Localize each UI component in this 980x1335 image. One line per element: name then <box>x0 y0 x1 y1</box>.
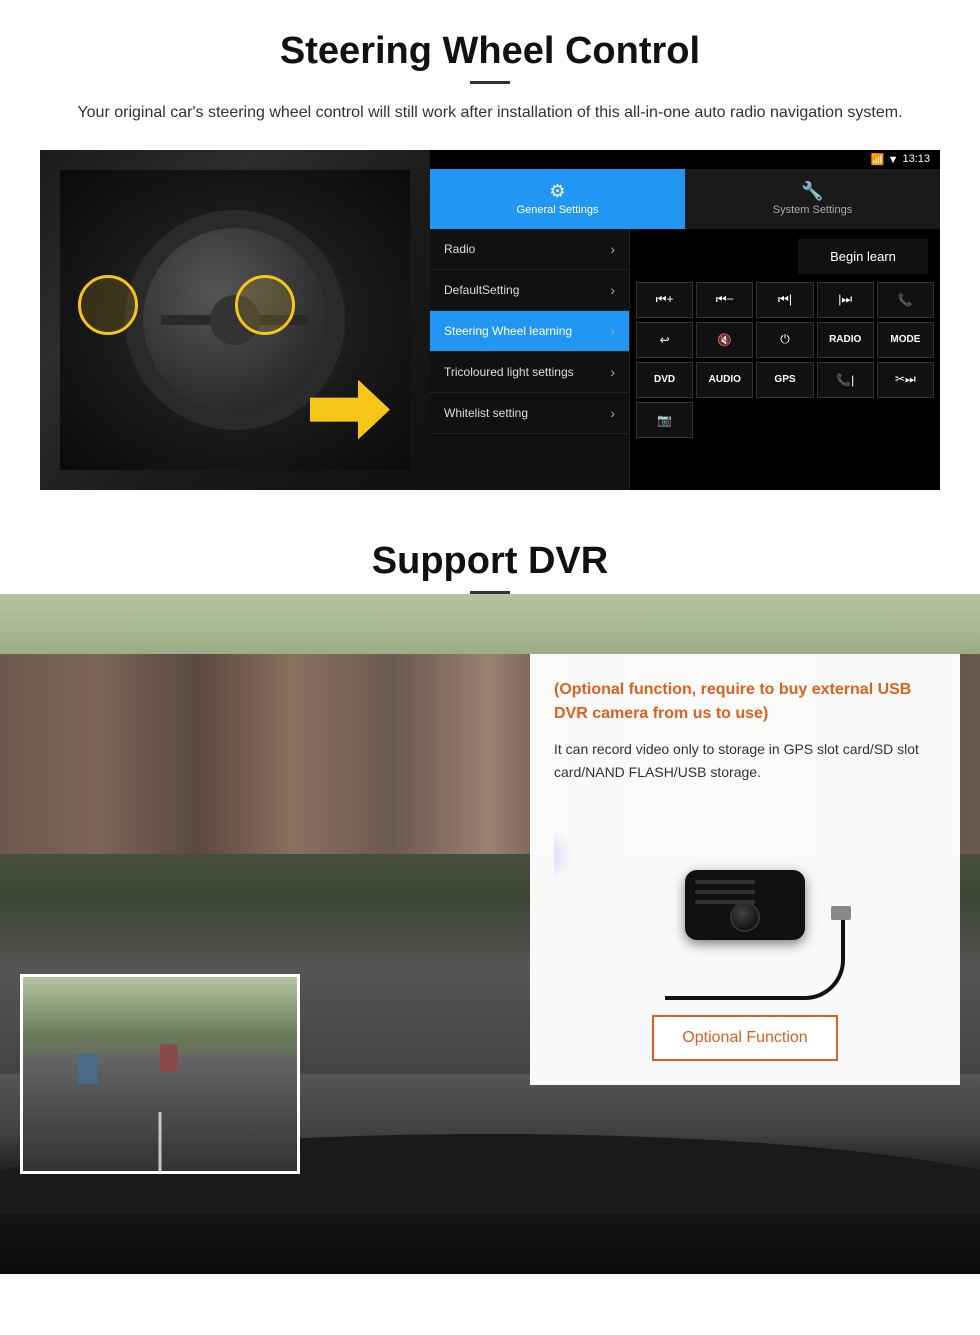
car-photo <box>40 150 430 490</box>
ctrl-row-3: DVD AUDIO GPS 📞| ✂⏭ <box>636 362 934 398</box>
thumb-road <box>23 1054 297 1170</box>
menu-item-default[interactable]: DefaultSetting › <box>430 270 629 311</box>
android-controls-panel: Begin learn ⏮+ ⏮− ⏮| |⏭ 📞 ↩ 🔇 ⏻ <box>630 229 940 490</box>
dvr-title: Support DVR <box>0 510 980 591</box>
camera-device <box>685 870 805 940</box>
chevron-icon: › <box>610 241 615 257</box>
audio-button[interactable]: AUDIO <box>696 362 753 398</box>
android-ui-panel: 📶 ▼ 13:13 ⚙ General Settings 🔧 System Se… <box>430 150 940 490</box>
camera-cable <box>665 920 845 1000</box>
power-button[interactable]: ⏻ <box>756 322 813 358</box>
ctrl-row-2: ↩ 🔇 ⏻ RADIO MODE <box>636 322 934 358</box>
dvd-button[interactable]: DVD <box>636 362 693 398</box>
mode-button[interactable]: MODE <box>877 322 934 358</box>
thumb-car-2 <box>160 1044 178 1072</box>
menu-label-radio: Radio <box>444 242 475 256</box>
steering-composite: 📶 ▼ 13:13 ⚙ General Settings 🔧 System Se… <box>40 150 940 490</box>
dvr-section: Support DVR (Optional function, require … <box>0 510 980 1274</box>
status-icons: 📶 ▼ <box>871 153 899 166</box>
camera-vent-2 <box>695 890 755 894</box>
begin-learn-row: Begin learn <box>636 235 934 278</box>
back-button[interactable]: ↩ <box>636 322 693 358</box>
begin-learn-button[interactable]: Begin learn <box>798 239 928 274</box>
android-menu: Radio › DefaultSetting › Steering Wheel … <box>430 229 630 490</box>
chevron-icon-4: › <box>610 364 615 380</box>
highlight-circle-left <box>78 275 138 335</box>
menu-item-whitelist[interactable]: Whitelist setting › <box>430 393 629 434</box>
gps-button[interactable]: GPS <box>756 362 813 398</box>
thumb-car-1 <box>78 1054 98 1084</box>
yellow-arrow <box>310 380 390 440</box>
chevron-icon-2: › <box>610 282 615 298</box>
tab-system-settings[interactable]: 🔧 System Settings <box>685 169 940 229</box>
system-icon: 🔧 <box>801 181 823 202</box>
android-content: Radio › DefaultSetting › Steering Wheel … <box>430 229 940 490</box>
highlight-circle-right <box>235 275 295 335</box>
steering-wheel-circle <box>125 210 345 430</box>
section1-description: Your original car's steering wheel contr… <box>60 100 920 126</box>
next-button[interactable]: |⏭ <box>817 282 874 318</box>
menu-label-tricoloured: Tricoloured light settings <box>444 365 574 379</box>
dvr-camera-image <box>554 805 936 1005</box>
usb-plug <box>831 906 851 920</box>
camera-flash <box>554 825 574 885</box>
menu-item-steering[interactable]: Steering Wheel learning › <box>430 311 629 352</box>
chevron-icon-5: › <box>610 405 615 421</box>
menu-item-radio[interactable]: Radio › <box>430 229 629 270</box>
title-divider <box>470 81 510 84</box>
radio-button[interactable]: RADIO <box>817 322 874 358</box>
gear-icon: ⚙ <box>549 181 565 202</box>
prev-button[interactable]: ⏮| <box>756 282 813 318</box>
menu-label-whitelist: Whitelist setting <box>444 406 528 420</box>
menu-label-default: DefaultSetting <box>444 283 519 297</box>
status-time: 13:13 <box>902 153 930 165</box>
thumb-road-line <box>159 1112 162 1170</box>
camera-vent <box>695 880 755 884</box>
dvr-thumbnail <box>20 974 300 1174</box>
ctrl-row-1: ⏮+ ⏮− ⏮| |⏭ 📞 <box>636 282 934 318</box>
steering-wheel-section: Steering Wheel Control Your original car… <box>0 0 980 510</box>
tab-system-label: System Settings <box>773 204 852 216</box>
dvr-divider <box>470 591 510 594</box>
cut-next-button[interactable]: ✂⏭ <box>877 362 934 398</box>
phone-prev-button[interactable]: 📞| <box>817 362 874 398</box>
dvr-description: It can record video only to storage in G… <box>554 738 936 786</box>
tab-general-label: General Settings <box>517 204 599 216</box>
section1-title: Steering Wheel Control <box>40 30 940 73</box>
chevron-icon-3: › <box>610 323 615 339</box>
android-statusbar: 📶 ▼ 13:13 <box>430 150 940 169</box>
dvr-optional-note: (Optional function, require to buy exter… <box>554 678 936 726</box>
vol-up-button[interactable]: ⏮+ <box>636 282 693 318</box>
mute-button[interactable]: 🔇 <box>696 322 753 358</box>
steering-wheel-bg <box>60 170 410 470</box>
optional-function-button[interactable]: Optional Function <box>652 1015 837 1061</box>
dvr-photo-background: (Optional function, require to buy exter… <box>0 594 980 1274</box>
vol-down-button[interactable]: ⏮− <box>696 282 753 318</box>
optional-function-row: Optional Function <box>554 1005 936 1061</box>
camera-body <box>685 870 805 940</box>
camera-icon-button[interactable]: 📷 <box>636 402 693 438</box>
dvr-info-box: (Optional function, require to buy exter… <box>530 654 960 1086</box>
phone-button[interactable]: 📞 <box>877 282 934 318</box>
tab-general-settings[interactable]: ⚙ General Settings <box>430 169 685 229</box>
ctrl-row-4: 📷 <box>636 402 934 438</box>
menu-label-steering: Steering Wheel learning <box>444 324 572 338</box>
menu-item-tricoloured[interactable]: Tricoloured light settings › <box>430 352 629 393</box>
android-tabs: ⚙ General Settings 🔧 System Settings <box>430 169 940 229</box>
